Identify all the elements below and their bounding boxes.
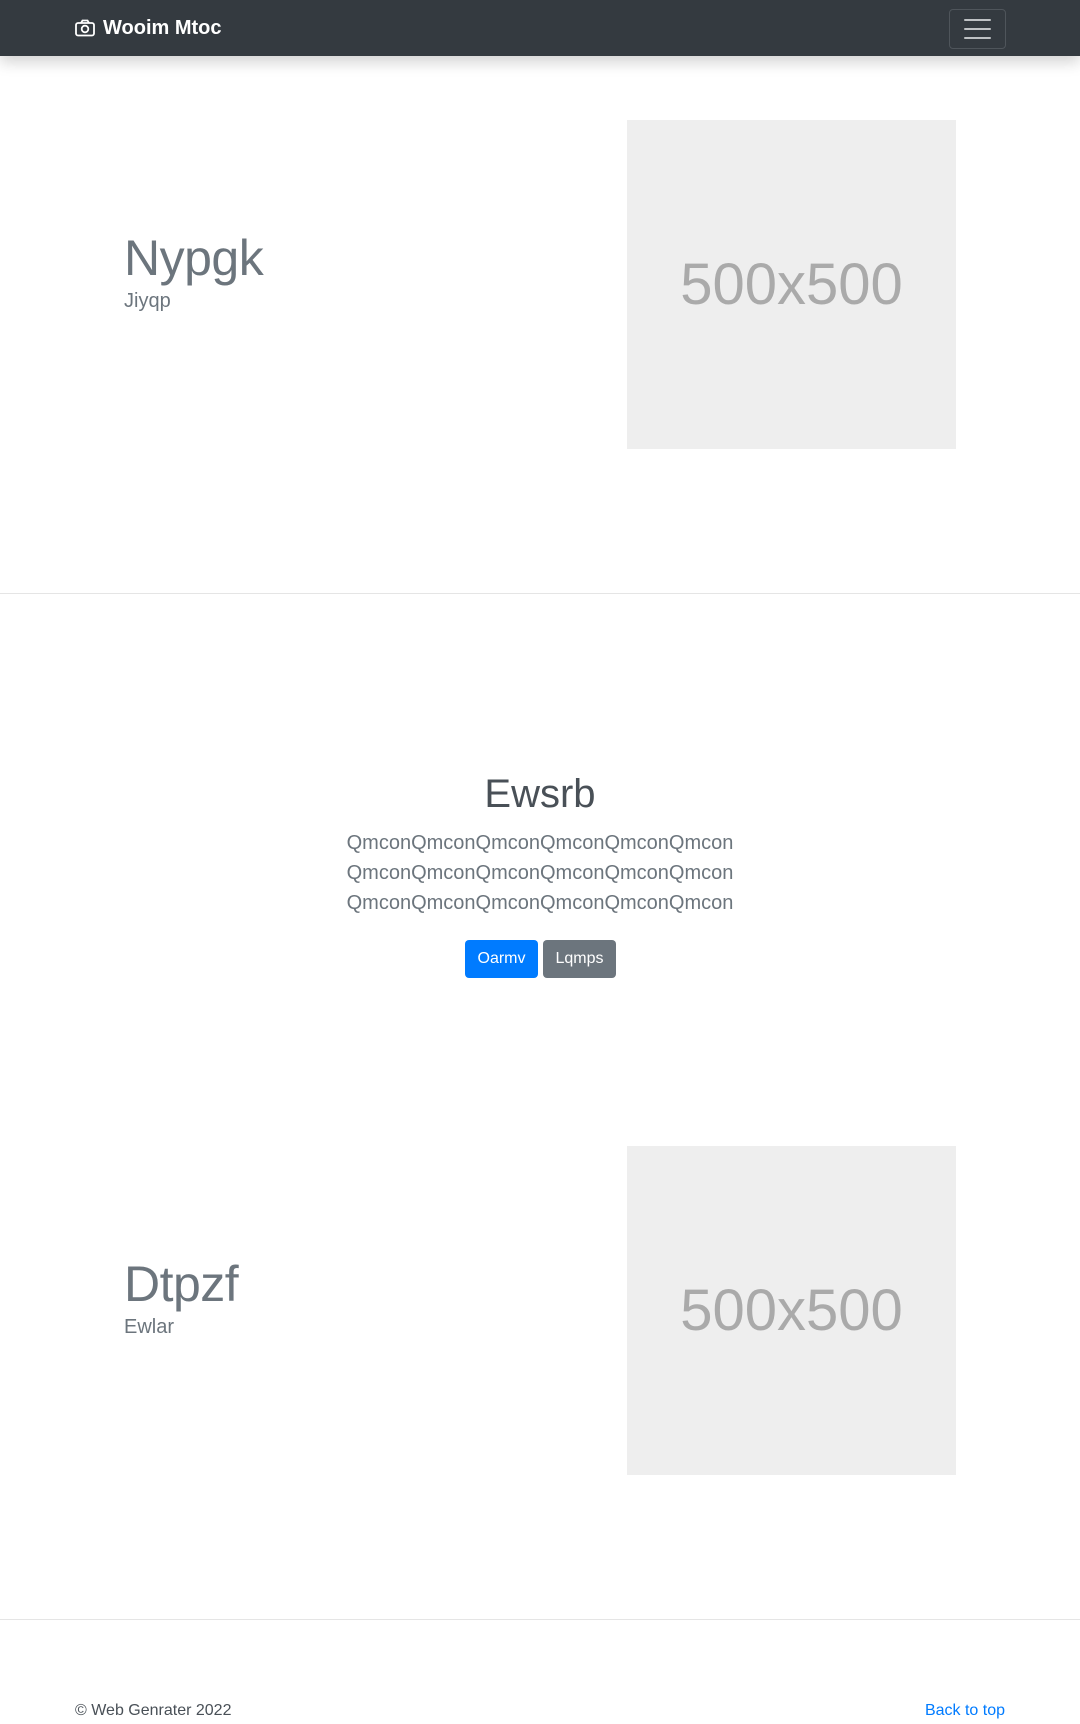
brand-name: Wooim Mtoc: [103, 16, 222, 39]
copyright-text: © Web Genrater 2022: [75, 1702, 232, 1719]
feature-subheading: Ewlar: [124, 1316, 175, 1338]
lead-line: QmconQmconQmconQmconQmconQmcon: [346, 892, 734, 914]
placeholder-image: 500x500: [627, 120, 956, 449]
back-to-top-link[interactable]: Back to top: [925, 1702, 1005, 1720]
placeholder-label: 500x500: [680, 1278, 903, 1343]
feature-text: Nypgk Jiyqp: [124, 228, 264, 313]
feature-heading: Dtpzf: [124, 1256, 239, 1312]
footer: © Web Genrater 2022 Back to top: [0, 1620, 1080, 1724]
button-group: Oarmv Lqmps: [0, 940, 1080, 978]
navbar: Wooim Mtoc: [0, 0, 1080, 56]
camera-icon: [75, 19, 95, 37]
lead-line: QmconQmconQmconQmconQmconQmcon: [346, 832, 734, 854]
center-section: Ewsrb QmconQmconQmconQmconQmconQmcon Qmc…: [0, 594, 1080, 1082]
hamburger-menu-icon: [964, 19, 991, 21]
primary-button[interactable]: Oarmv: [464, 940, 538, 978]
navbar-toggler-button[interactable]: [949, 9, 1006, 49]
secondary-button[interactable]: Lqmps: [542, 940, 616, 978]
navbar-brand[interactable]: Wooim Mtoc: [75, 0, 222, 56]
center-heading: Ewsrb: [484, 772, 596, 816]
feature-subheading: Jiyqp: [124, 290, 171, 312]
center-lead-text: QmconQmconQmconQmconQmconQmcon QmconQmco…: [340, 828, 740, 918]
placeholder-image: 500x500: [627, 1146, 956, 1475]
placeholder-label: 500x500: [680, 252, 903, 317]
lead-line: QmconQmconQmconQmconQmconQmcon: [346, 862, 734, 884]
feature-section-2: Dtpzf Ewlar 500x500: [0, 1082, 1080, 1619]
feature-heading: Nypgk: [124, 230, 264, 286]
feature-section-1: Nypgk Jiyqp 500x500: [0, 56, 1080, 593]
feature-text: Dtpzf Ewlar: [124, 1254, 239, 1339]
